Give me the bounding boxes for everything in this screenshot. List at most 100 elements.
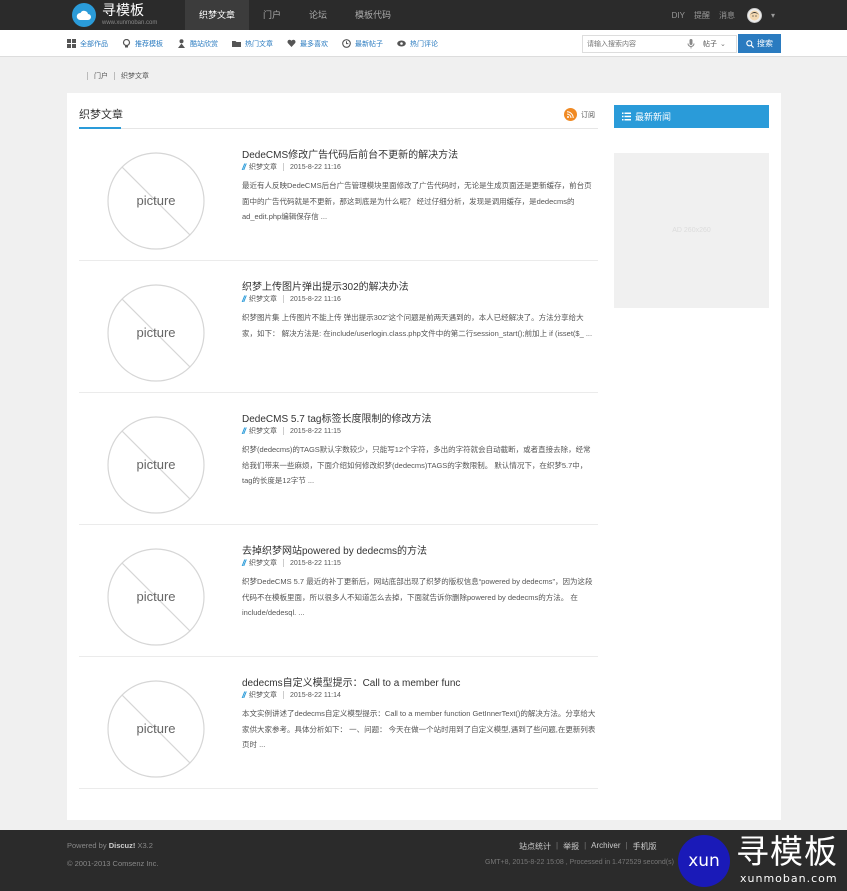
breadcrumb-divider	[114, 72, 115, 80]
category-mark-icon: //	[242, 690, 246, 700]
logo-title: 寻模板	[102, 3, 144, 19]
category-mark-icon: //	[242, 558, 246, 568]
svg-text:picture: picture	[136, 193, 175, 208]
article-meta: //织梦文章 2015-8-22 11:16	[242, 294, 341, 304]
section-title-underline	[79, 127, 121, 129]
article-date: 2015-8-22 11:15	[290, 427, 341, 435]
svg-text:picture: picture	[136, 589, 175, 604]
article-meta: //织梦文章 2015-8-22 11:14	[242, 690, 341, 700]
category-mark-icon: //	[242, 426, 246, 436]
footer-link-stats[interactable]: 站点统计	[519, 841, 551, 852]
footer-stat: GMT+8, 2015-8-22 15:08 , Processed in 1.…	[485, 859, 674, 866]
message-link[interactable]: 消息	[719, 10, 735, 21]
article-date: 2015-8-22 11:16	[290, 163, 341, 171]
chevron-down-icon[interactable]: ▾	[771, 11, 775, 20]
footer-discuz-link[interactable]: Discuz!	[109, 841, 136, 850]
article-title[interactable]: DedeCMS 5.7 tag标签长度限制的修改方法	[242, 410, 432, 425]
site-logo[interactable]: 寻模板 www.xunmoban.com	[72, 2, 157, 28]
footer-links: 站点统计 | 举报 | Archiver | 手机版	[519, 841, 657, 852]
list-icon	[622, 112, 631, 121]
watermark-logo-text: 寻模板	[736, 832, 838, 871]
nav-template-code[interactable]: 模板代码	[341, 0, 405, 30]
folder-icon	[232, 39, 241, 48]
article-item: picture 织梦上传图片弹出提示302的解决办法//织梦文章 2015-8-22…	[79, 262, 598, 393]
footer-copyright: © 2001-2013 Comsenz Inc.	[67, 859, 159, 868]
subnav-item-hot-articles[interactable]: 热门文章	[232, 39, 273, 49]
user-nav: DIY 提醒 消息 ▾	[663, 0, 775, 30]
reminder-link[interactable]: 提醒	[694, 10, 710, 21]
sidebar-latest-news-header: 最新新闻	[614, 105, 769, 128]
eye-icon	[397, 39, 406, 48]
avatar[interactable]	[746, 7, 762, 23]
logo-subtitle: www.xunmoban.com	[102, 20, 158, 26]
search-icon	[746, 39, 754, 48]
microphone-icon[interactable]	[687, 39, 695, 49]
article-title[interactable]: 去掉织梦网站powered by dedecms的方法	[242, 542, 427, 557]
search-input[interactable]	[583, 36, 683, 52]
article-date: 2015-8-22 11:14	[290, 691, 341, 699]
footer-powered-by: Powered by Discuz! X3.2	[67, 841, 153, 850]
article-category[interactable]: 织梦文章	[249, 558, 277, 568]
category-mark-icon: //	[242, 162, 246, 172]
section-title: 织梦文章	[79, 109, 123, 121]
article-meta: //织梦文章 2015-8-22 11:15	[242, 426, 341, 436]
grid-icon	[67, 39, 76, 48]
article-category[interactable]: 织梦文章	[249, 426, 277, 436]
breadcrumb-current[interactable]: 织梦文章	[121, 71, 149, 81]
clock-icon	[342, 39, 351, 48]
article-meta: //织梦文章 2015-8-22 11:16	[242, 162, 341, 172]
sub-nav: 全部作品 推荐模板 酷站欣赏 热门文章 最多喜欢 最新帖子 热门评论 请输入搜索…	[0, 30, 847, 57]
subnav-item-all-works[interactable]: 全部作品	[67, 39, 108, 49]
subnav-item-recommended[interactable]: 推荐模板	[122, 39, 163, 49]
subnav-item-latest-posts[interactable]: 最新帖子	[342, 39, 383, 49]
main-nav: 织梦文章 门户 论坛 模板代码	[185, 0, 405, 30]
article-item: picture dedecms自定义模型提示：Call to a member f…	[79, 658, 598, 789]
search-type-select[interactable]: 帖子 ⌄	[703, 39, 726, 49]
picture-placeholder[interactable]: picture	[107, 548, 205, 646]
chevron-down-icon: ⌄	[720, 41, 726, 48]
svg-text:picture: picture	[136, 457, 175, 472]
footer-link-report[interactable]: 举报	[563, 841, 579, 852]
article-category[interactable]: 织梦文章	[249, 690, 277, 700]
cloud-icon	[72, 3, 96, 27]
subnav-item-most-liked[interactable]: 最多喜欢	[287, 39, 328, 49]
article-item: picture 去掉织梦网站powered by dedecms的方法//织梦文章…	[79, 526, 598, 657]
breadcrumb: 门户 织梦文章	[81, 70, 149, 82]
footer-link-archiver[interactable]: Archiver	[591, 841, 620, 852]
article-title[interactable]: dedecms自定义模型提示：Call to a member func	[242, 674, 460, 689]
nav-portal[interactable]: 门户	[249, 0, 295, 30]
sidebar-ad[interactable]: AD 260x260	[614, 153, 769, 308]
svg-text:picture: picture	[136, 325, 175, 340]
article-summary: 织梦(dedecms)的TAGS默认字数较少，只能写12个字符，多出的字符就会自…	[242, 445, 591, 485]
subnav-item-cool-sites[interactable]: 酷站欣赏	[177, 39, 218, 49]
nav-forum[interactable]: 论坛	[295, 0, 341, 30]
picture-placeholder[interactable]: picture	[107, 152, 205, 250]
footer-link-mobile[interactable]: 手机版	[633, 841, 657, 852]
article-summary: 本文实例讲述了dedecms自定义模型提示：Call to a member f…	[242, 709, 596, 749]
picture-placeholder[interactable]: picture	[107, 416, 205, 514]
article-meta: //织梦文章 2015-8-22 11:15	[242, 558, 341, 568]
subscribe-button[interactable]: 订阅	[564, 108, 595, 121]
diy-link[interactable]: DIY	[672, 11, 685, 20]
article-title[interactable]: 织梦上传图片弹出提示302的解决办法	[242, 278, 409, 293]
article-summary: 织梦图片集 上传图片不能上传 弹出提示302”这个问题是前两天遇到的，本人已经解…	[242, 313, 593, 338]
section-divider	[79, 128, 598, 129]
picture-placeholder[interactable]: picture	[107, 284, 205, 382]
article-item: picture DedeCMS 5.7 tag标签长度限制的修改方法//织梦文章 2…	[79, 394, 598, 525]
svg-text:picture: picture	[136, 721, 175, 736]
article-category[interactable]: 织梦文章	[249, 294, 277, 304]
search-button[interactable]: 搜索	[738, 34, 781, 53]
article-title[interactable]: DedeCMS修改广告代码后前台不更新的解决方法	[242, 146, 458, 161]
breadcrumb-portal[interactable]: 门户	[94, 71, 108, 81]
bulb-icon	[122, 39, 131, 48]
nav-dede-articles[interactable]: 织梦文章	[185, 0, 250, 30]
article-summary: 织梦DedeCMS 5.7 最近的补丁更新后，网站底部出现了织梦的版权信息“po…	[242, 577, 593, 617]
subnav-item-hot-comments[interactable]: 热门评论	[397, 39, 438, 49]
article-date: 2015-8-22 11:16	[290, 295, 341, 303]
breadcrumb-divider	[87, 72, 88, 80]
rss-icon	[564, 108, 577, 121]
picture-placeholder[interactable]: picture	[107, 680, 205, 778]
person-icon	[177, 39, 186, 48]
watermark-url: xunmoban.com	[740, 872, 838, 885]
article-category[interactable]: 织梦文章	[249, 162, 277, 172]
